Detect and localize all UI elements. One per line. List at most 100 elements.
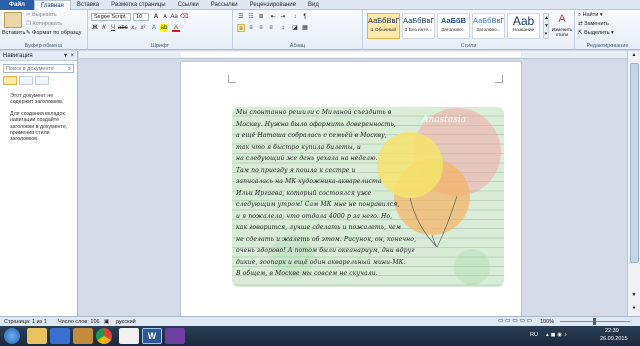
underline-icon[interactable]: Ч <box>109 24 117 32</box>
format-painter-button[interactable]: ✎ Формат по образцу <box>26 30 81 36</box>
zoom-slider-thumb[interactable] <box>593 318 596 325</box>
keyboard-language[interactable]: RU <box>530 332 538 338</box>
select-button[interactable]: ⇱ Выделить ▾ <box>578 30 614 36</box>
copy-button[interactable]: ❐ Копировать <box>26 21 62 27</box>
subscript-icon[interactable]: x₂ <box>130 24 138 32</box>
copy-icon: ❐ <box>26 21 31 27</box>
letter-line: следующим утром! Сам МК мне не понравилс… <box>236 201 400 208</box>
nav-tab-results[interactable] <box>35 76 49 85</box>
font-name-combo[interactable]: Segoe Script <box>91 13 131 21</box>
tab-file[interactable]: Файл <box>0 0 34 10</box>
shading-icon[interactable]: ◪ <box>291 24 299 32</box>
justify-icon[interactable]: ≡ <box>267 24 275 32</box>
close-icon[interactable]: × <box>70 51 74 61</box>
style-no-spacing[interactable]: АаБбВвГг, 1 Без инте... <box>402 13 435 39</box>
cut-button[interactable]: ✂ Вырезать <box>26 12 57 18</box>
font-color-icon[interactable]: A <box>172 24 180 32</box>
style-normal[interactable]: АаБбВвГг, 1 Обычный <box>367 13 400 39</box>
tab-insert[interactable]: Вставка <box>71 0 105 10</box>
scissors-icon: ✂ <box>26 12 31 18</box>
change-case-icon[interactable]: Aa <box>170 13 178 21</box>
font-group: Segoe Script 10 A A Aa ⌫ Ж К Ч abc x₂ x²… <box>88 10 233 50</box>
bold-icon[interactable]: Ж <box>91 24 99 32</box>
editing-group-label: Редактирование <box>586 43 629 49</box>
tab-page-layout[interactable]: Разметка страницы <box>105 0 171 10</box>
tray-icons[interactable]: ▴◼◉♪ <box>546 332 569 338</box>
letter-line: дикие, зоопарк и ещё один акварельный ми… <box>236 258 406 266</box>
word-count[interactable]: Число слов: 106 <box>58 319 100 325</box>
replace-button[interactable]: ⇄ Заменить <box>578 21 609 27</box>
scroll-down-icon[interactable]: ▼ <box>629 292 639 300</box>
decrease-indent-icon[interactable]: ⇤ <box>269 13 277 21</box>
align-center-icon[interactable]: ≡ <box>247 24 255 32</box>
shrink-font-icon[interactable]: A <box>161 13 169 21</box>
increase-indent-icon[interactable]: ⇥ <box>279 13 287 21</box>
photos-icon[interactable] <box>119 328 139 344</box>
tab-references[interactable]: Ссылки <box>172 0 205 10</box>
grow-font-icon[interactable]: A <box>152 13 160 21</box>
copy-label: Копировать <box>32 21 63 27</box>
nav-search-input[interactable]: Поиск в документе ⌕ <box>3 64 74 73</box>
style-heading-2[interactable]: АаБбВвГ Заголово... <box>472 13 505 39</box>
letter-line: Там по приезду я пошла к сестре и <box>236 166 356 174</box>
binoculars-icon: ⌕ <box>578 12 582 18</box>
start-button[interactable] <box>4 328 20 344</box>
italic-icon[interactable]: К <box>100 24 108 32</box>
letter-line: на следующий же день уехала на неделю. <box>236 155 378 162</box>
letter-line: Москву. Нужно было оформить доверенность… <box>236 120 396 128</box>
line-spacing-icon[interactable]: ↨ <box>279 24 287 32</box>
bullets-icon[interactable]: ☰ <box>237 13 245 21</box>
strikethrough-icon[interactable]: abc <box>118 24 128 32</box>
proofing-icon[interactable]: ▣ <box>104 319 109 325</box>
app-icon[interactable] <box>165 328 185 344</box>
paste-button[interactable]: Вставить <box>2 30 25 36</box>
change-styles-icon[interactable]: A <box>551 13 573 26</box>
align-left-icon[interactable]: ≡ <box>237 24 245 32</box>
clock-time[interactable]: 22:39 <box>605 328 619 334</box>
tab-review[interactable]: Рецензирование <box>244 0 302 10</box>
style-title[interactable]: Aab Название <box>507 13 540 39</box>
multilevel-list-icon[interactable]: ≣ <box>257 13 265 21</box>
scroll-thumb[interactable] <box>630 63 639 263</box>
tab-view[interactable]: Вид <box>302 0 325 10</box>
clock-date[interactable]: 26.09.2015 <box>600 336 628 342</box>
style-heading-1[interactable]: АаБбВ Заголово... <box>437 13 470 39</box>
zoom-level[interactable]: 100% <box>540 319 554 325</box>
clear-format-icon[interactable]: ⌫ <box>180 13 188 21</box>
replace-icon: ⇄ <box>578 21 583 27</box>
view-buttons[interactable]: ▭▭▭▭▭ <box>498 318 534 324</box>
explorer-icon[interactable] <box>27 328 47 344</box>
letter-line: а ещё Наташа собралась с семьёй в Москву… <box>236 132 387 139</box>
align-right-icon[interactable]: ≡ <box>257 24 265 32</box>
styles-group-label: Стили <box>460 43 477 49</box>
format-label: Формат по образцу <box>32 30 82 36</box>
styles-scroll[interactable]: ▲ ▼ ▾ <box>543 13 549 39</box>
browse-object-icon[interactable]: ● <box>629 305 639 313</box>
superscript-icon[interactable]: x² <box>139 24 147 32</box>
ribbon: Вставить ✂ Вырезать ❐ Копировать ✎ Форма… <box>0 10 640 50</box>
media-player-icon[interactable] <box>50 328 70 344</box>
language[interactable]: русский <box>116 319 136 325</box>
highlight-icon[interactable]: ab <box>160 24 168 32</box>
nav-tab-pages[interactable] <box>19 76 33 85</box>
numbering-icon[interactable]: ☷ <box>247 13 255 21</box>
page-count[interactable]: Страница: 1 из 1 <box>4 319 47 325</box>
find-button[interactable]: ⌕ Найти ▾ <box>578 12 603 19</box>
text-effects-icon[interactable]: A <box>150 24 158 32</box>
chrome-icon[interactable] <box>96 328 112 344</box>
search-icon[interactable]: ⌕ <box>68 65 71 73</box>
word-icon[interactable]: W <box>142 328 162 344</box>
vertical-scrollbar[interactable]: ▲ ▼ ● <box>627 51 640 316</box>
font-size-combo[interactable]: 10 <box>133 13 149 21</box>
borders-icon[interactable]: ▦ <box>301 24 309 32</box>
nav-tab-headings[interactable] <box>3 76 17 85</box>
paste-icon[interactable] <box>4 12 22 28</box>
nav-menu-icon[interactable]: ▾ <box>64 51 67 61</box>
scroll-up-icon[interactable]: ▲ <box>629 52 639 60</box>
show-marks-icon[interactable]: ¶ <box>301 13 309 21</box>
folder-icon[interactable] <box>73 328 93 344</box>
horizontal-ruler[interactable] <box>79 51 627 59</box>
change-styles-button[interactable]: Изменить стили <box>550 27 574 37</box>
tab-mailings[interactable]: Рассылки <box>205 0 244 10</box>
sort-icon[interactable]: ↕ <box>291 13 299 21</box>
